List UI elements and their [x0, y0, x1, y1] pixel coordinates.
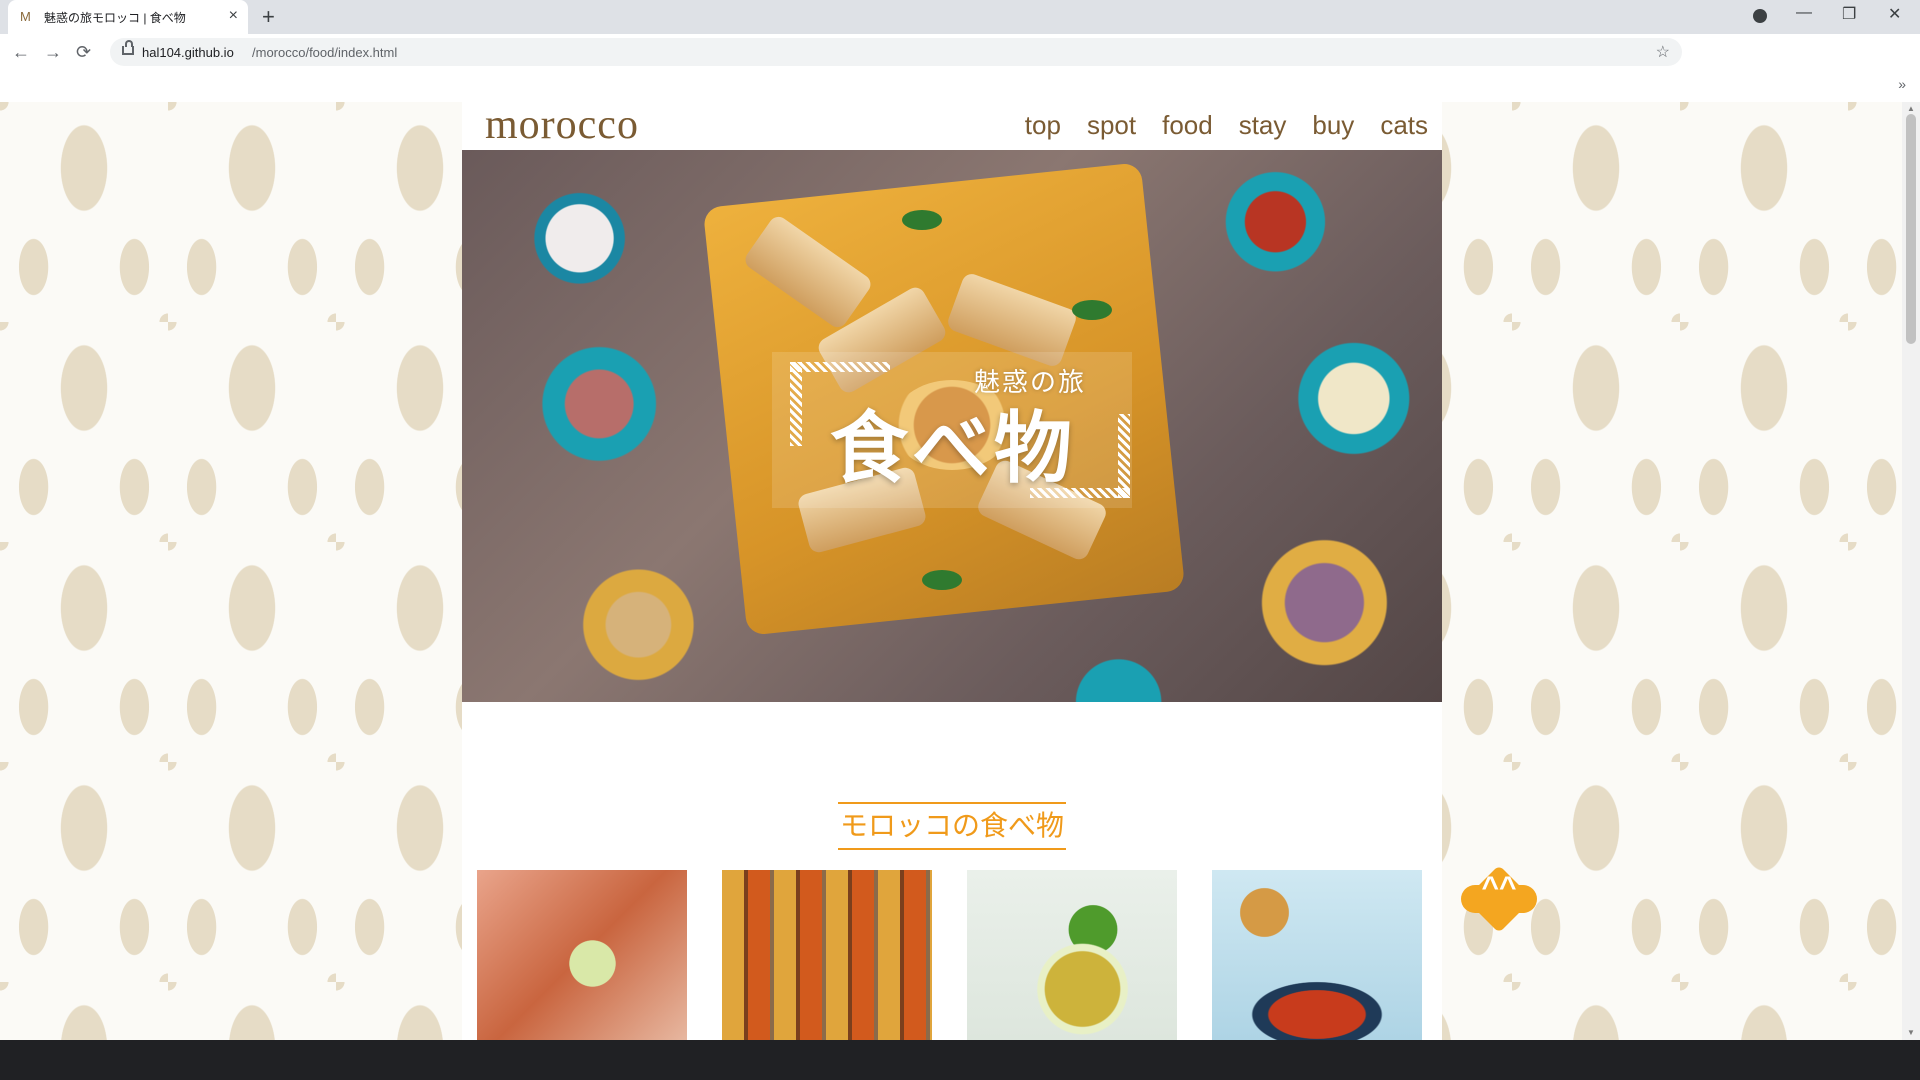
browser-toolbar: ← → ⟳ hal104.github.io /morocco/food/ind…: [0, 34, 1920, 70]
new-tab-button[interactable]: +: [262, 4, 275, 30]
restore-button[interactable]: ❐: [1842, 4, 1856, 24]
hero-frame-decoration: [790, 362, 802, 446]
lock-icon[interactable]: [122, 40, 134, 55]
main-nav: top spot food stay buy cats: [1025, 108, 1428, 142]
nav-link-cats[interactable]: cats: [1380, 108, 1428, 142]
food-thumbnail-spices[interactable]: [722, 870, 932, 1040]
page-viewport: morocco top spot food stay buy cats 魅惑の旅…: [0, 102, 1902, 1040]
page-content: morocco top spot food stay buy cats 魅惑の旅…: [462, 102, 1442, 1040]
nav-link-buy[interactable]: buy: [1312, 108, 1354, 142]
minimize-button[interactable]: —: [1796, 4, 1812, 22]
vertical-scrollbar[interactable]: ▲ ▼: [1902, 102, 1920, 1040]
forward-button[interactable]: →: [44, 42, 62, 63]
favicon-icon: M: [20, 9, 31, 24]
back-to-top-button[interactable]: ^^: [1457, 857, 1541, 941]
hero-herb: [922, 570, 962, 590]
scroll-up-icon[interactable]: ▲: [1907, 104, 1915, 113]
bookmarks-bar: »: [0, 70, 1920, 103]
tab-title: 魅惑の旅モロッコ | 食べ物: [44, 11, 186, 25]
browser-chrome: M 魅惑の旅モロッコ | 食べ物 × + — ❐ ✕ ← → ⟳ hal104.…: [0, 0, 1920, 103]
os-taskbar: [0, 1040, 1920, 1080]
nav-link-stay[interactable]: stay: [1239, 108, 1287, 142]
section-heading: モロッコの食べ物: [462, 802, 1442, 850]
food-thumbnail-mint-tea[interactable]: [967, 870, 1177, 1040]
nav-link-spot[interactable]: spot: [1087, 108, 1136, 142]
profile-icon[interactable]: [1753, 9, 1767, 23]
url-host: hal104.github.io: [142, 45, 234, 60]
hero-frame-decoration: [790, 362, 890, 372]
scroll-down-icon[interactable]: ▼: [1907, 1028, 1915, 1037]
scrollbar-thumb[interactable]: [1906, 114, 1916, 344]
tab-strip: M 魅惑の旅モロッコ | 食べ物 × + — ❐ ✕: [0, 0, 1920, 34]
address-bar[interactable]: hal104.github.io /morocco/food/index.htm…: [110, 38, 1682, 66]
hero-title: 食べ物: [830, 404, 1077, 492]
nav-link-food[interactable]: food: [1162, 108, 1213, 142]
food-thumbnail-tagine[interactable]: [1212, 870, 1422, 1040]
browser-tab[interactable]: M 魅惑の旅モロッコ | 食べ物 ×: [8, 0, 248, 34]
close-window-button[interactable]: ✕: [1888, 4, 1901, 24]
food-thumbnail-drinks[interactable]: [477, 870, 687, 1040]
hero-herb: [902, 210, 942, 230]
site-logo[interactable]: morocco: [485, 104, 639, 146]
section-title: モロッコの食べ物: [837, 802, 1066, 850]
hero-frame-decoration: [1118, 414, 1130, 498]
close-tab-icon[interactable]: ×: [229, 7, 238, 25]
hero-herb: [1072, 300, 1112, 320]
reload-button[interactable]: ⟳: [76, 42, 91, 63]
bookmarks-more-icon[interactable]: »: [1898, 76, 1906, 92]
url-path: /morocco/food/index.html: [252, 45, 398, 60]
hero-image: 魅惑の旅 食べ物: [462, 150, 1442, 702]
site-header: morocco top spot food stay buy cats: [462, 102, 1442, 150]
double-chevron-up-icon: ^^: [1481, 871, 1517, 904]
nav-link-top[interactable]: top: [1025, 108, 1061, 142]
back-button[interactable]: ←: [12, 42, 30, 63]
bookmark-star-icon[interactable]: ☆: [1656, 42, 1670, 62]
